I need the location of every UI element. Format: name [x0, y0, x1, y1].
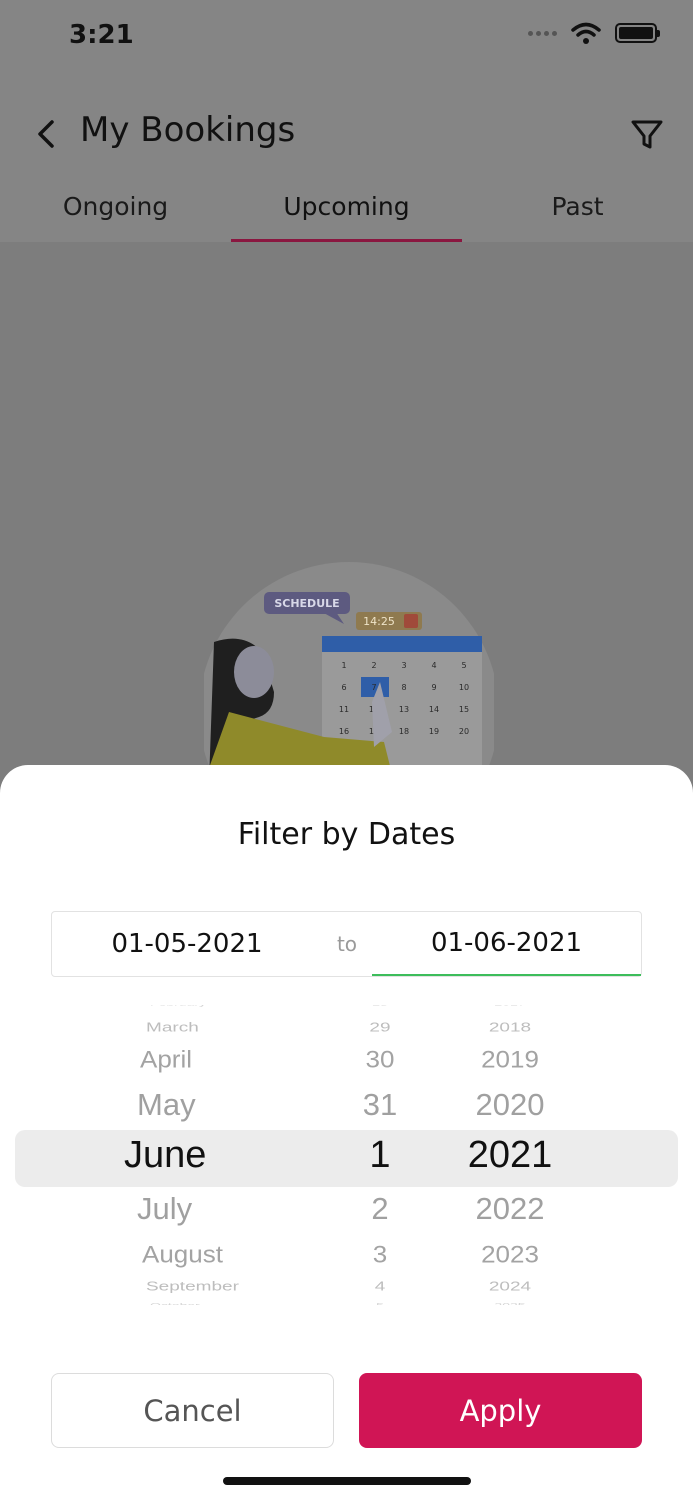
day-option[interactable]: 29: [330, 1020, 430, 1035]
calendar-day: 10: [459, 683, 469, 692]
signal-icon: [528, 30, 557, 36]
calendar-day: 20: [459, 727, 469, 736]
day-option[interactable]: 30: [330, 1046, 430, 1075]
tab-ongoing[interactable]: Ongoing: [0, 178, 231, 242]
calendar-day: 3: [401, 661, 406, 670]
day-option[interactable]: 28: [330, 1005, 430, 1006]
month-option[interactable]: August: [100, 1241, 360, 1270]
month-option[interactable]: May: [100, 1087, 360, 1123]
to-date-field[interactable]: 01-06-2021: [372, 912, 641, 976]
month-option[interactable]: March: [100, 1020, 360, 1035]
calendar-day: 9: [431, 683, 436, 692]
calendar-day: 8: [401, 683, 406, 692]
year-option[interactable]: 2023: [440, 1241, 580, 1270]
day-option[interactable]: 31: [330, 1087, 430, 1123]
schedule-illustration: SCHEDULE 14:25 1234567891011121314151617…: [204, 562, 494, 782]
calendar-day: 13: [399, 705, 409, 714]
month-option[interactable]: July: [100, 1191, 360, 1227]
filter-icon[interactable]: [627, 114, 667, 154]
battery-icon: [615, 23, 660, 43]
calendar-day: 6: [341, 683, 346, 692]
day-option[interactable]: 5: [330, 1301, 430, 1305]
calendar-day: 14: [429, 705, 439, 714]
year-option[interactable]: 2025: [440, 1301, 580, 1305]
calendar-day: 2: [371, 661, 376, 670]
date-picker[interactable]: February March April May June July August Septe…: [0, 1005, 693, 1305]
calendar-day: 19: [429, 727, 439, 736]
calendar-day: 11: [339, 705, 349, 714]
header-area: 3:21 My Bookings Ongoing Upcoming Past: [0, 0, 693, 242]
filter-sheet: Filter by Dates 01-05-2021 to 01-06-2021…: [0, 765, 693, 1500]
month-option[interactable]: February: [100, 1005, 360, 1006]
day-option[interactable]: 4: [330, 1279, 430, 1294]
year-option[interactable]: 2022: [440, 1191, 580, 1227]
status-icons: [528, 22, 660, 44]
tab-past[interactable]: Past: [462, 178, 693, 242]
date-range-field: 01-05-2021 to 01-06-2021: [51, 911, 642, 977]
from-date-field[interactable]: 01-05-2021: [52, 912, 322, 976]
calendar-day: 4: [431, 661, 436, 670]
cancel-button[interactable]: Cancel: [51, 1373, 334, 1448]
calendar-day: 1: [341, 661, 346, 670]
year-option[interactable]: 2021: [440, 1134, 580, 1177]
day-wheel[interactable]: 28 29 30 31 1 2 3 4 5: [330, 1005, 430, 1305]
wifi-icon: [571, 22, 601, 44]
calendar-day: 15: [459, 705, 469, 714]
year-wheel[interactable]: 2017 2018 2019 2020 2021 2022 2023 2024 2025: [440, 1005, 580, 1305]
back-chevron-icon[interactable]: [30, 112, 64, 156]
page-title: My Bookings: [80, 110, 296, 150]
tab-bar: Ongoing Upcoming Past: [0, 178, 693, 242]
month-option[interactable]: June: [100, 1134, 360, 1177]
month-option[interactable]: September: [100, 1279, 360, 1294]
date-separator: to: [336, 932, 358, 956]
tab-upcoming[interactable]: Upcoming: [231, 178, 462, 242]
year-option[interactable]: 2020: [440, 1087, 580, 1123]
illustration-badge: SCHEDULE: [274, 597, 339, 610]
day-option[interactable]: 2: [330, 1191, 430, 1227]
calendar-day: 18: [399, 727, 409, 736]
calendar-day: 5: [461, 661, 466, 670]
year-option[interactable]: 2017: [440, 1005, 580, 1006]
calendar-day: 7: [371, 683, 376, 692]
status-time: 3:21: [69, 20, 134, 50]
month-option[interactable]: October: [100, 1301, 360, 1305]
year-option[interactable]: 2024: [440, 1279, 580, 1294]
year-option[interactable]: 2019: [440, 1046, 580, 1075]
year-option[interactable]: 2018: [440, 1020, 580, 1035]
apply-button[interactable]: Apply: [359, 1373, 642, 1448]
month-option[interactable]: April: [100, 1046, 360, 1075]
calendar-day: 16: [339, 727, 349, 736]
day-option[interactable]: 3: [330, 1241, 430, 1270]
month-wheel[interactable]: February March April May June July August Septe…: [100, 1005, 360, 1305]
home-indicator: [223, 1477, 471, 1485]
illustration-time: 14:25: [363, 615, 395, 628]
sheet-title: Filter by Dates: [237, 817, 456, 852]
day-option[interactable]: 1: [330, 1134, 430, 1177]
